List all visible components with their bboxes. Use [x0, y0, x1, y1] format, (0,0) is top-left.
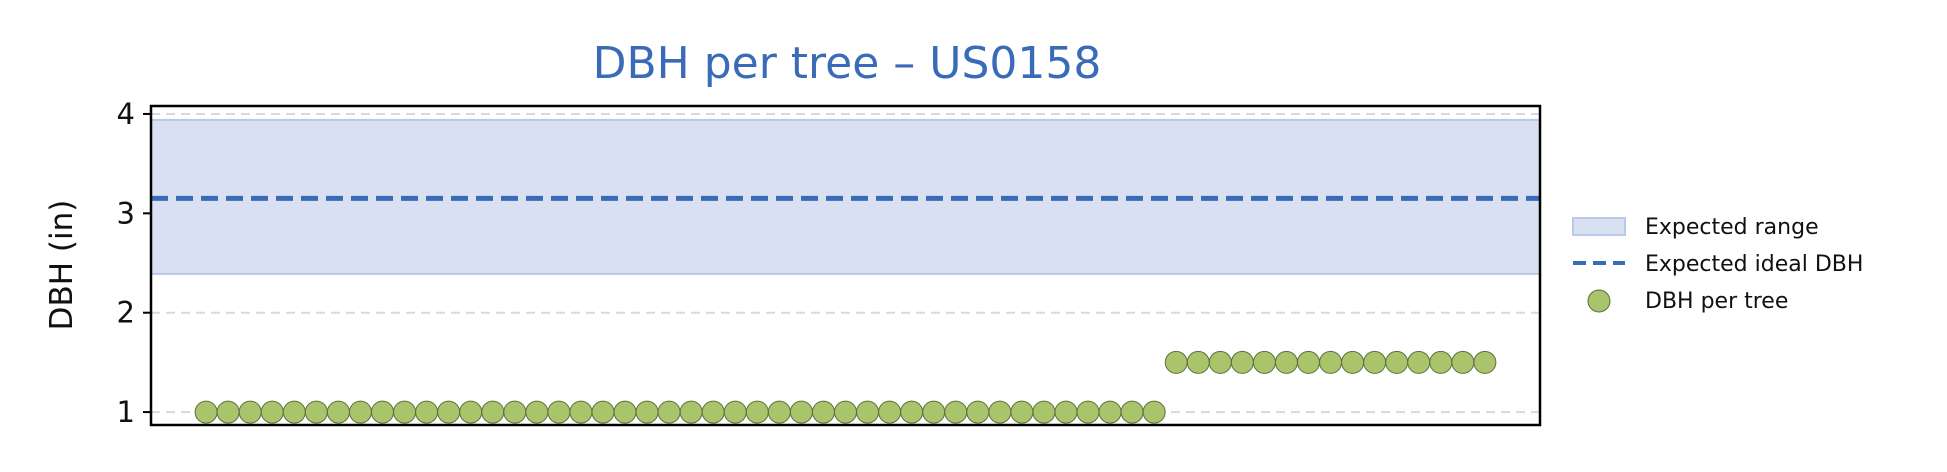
data-point — [1208, 350, 1232, 374]
data-point — [1451, 350, 1475, 374]
y-tick-label: 4 — [117, 97, 135, 131]
data-point — [216, 400, 240, 424]
data-point — [811, 400, 835, 424]
data-point — [371, 400, 394, 424]
data-point — [878, 400, 902, 424]
data-point — [1054, 400, 1078, 424]
data-point — [900, 400, 924, 424]
data-point — [613, 400, 637, 424]
data-point — [525, 400, 549, 424]
data-point — [1252, 350, 1276, 374]
data-point — [393, 400, 417, 424]
data-point — [1076, 400, 1100, 424]
legend: Expected range Expected ideal DBH DBH pe… — [1572, 215, 1863, 314]
data-point — [679, 400, 703, 424]
legend-label-ideal-line: Expected ideal DBH — [1645, 252, 1863, 277]
data-point — [1098, 400, 1122, 424]
data-point — [1274, 350, 1298, 374]
data-point — [282, 400, 306, 424]
data-point — [415, 400, 439, 424]
data-point — [1407, 350, 1431, 374]
data-point — [834, 400, 857, 424]
data-point — [1164, 350, 1188, 374]
data-point — [944, 400, 968, 424]
data-point — [547, 400, 571, 424]
y-tick-label: 1 — [117, 395, 135, 429]
data-point — [1186, 350, 1210, 374]
data-point — [657, 400, 681, 424]
data-point — [459, 400, 483, 424]
legend-swatch-points — [1587, 289, 1611, 313]
data-point — [569, 400, 593, 424]
data-point — [1473, 350, 1497, 374]
legend-label-points: DBH per tree — [1645, 289, 1788, 314]
data-point — [723, 400, 747, 424]
y-tick-label: 2 — [117, 296, 135, 330]
data-point — [326, 400, 350, 424]
y-tick-label: 3 — [117, 196, 135, 230]
data-point — [1010, 400, 1034, 424]
data-point — [304, 400, 328, 424]
data-point — [1363, 350, 1387, 374]
chart: DBH per tree – US0158 DBH (in) 1 2 3 4 Expe… — [44, 38, 1863, 429]
data-point — [1297, 350, 1320, 374]
data-point — [1429, 350, 1453, 374]
data-point — [1230, 350, 1254, 374]
y-axis-label: DBH (in) — [44, 200, 80, 331]
data-point — [767, 400, 791, 424]
data-point — [1032, 400, 1056, 424]
data-point — [348, 400, 372, 424]
legend-swatch-expected-range — [1572, 217, 1626, 236]
data-point — [503, 400, 527, 424]
data-point — [856, 400, 880, 424]
data-point — [1319, 350, 1343, 374]
data-point — [194, 400, 218, 424]
data-point — [591, 400, 615, 424]
chart-title: DBH per tree – US0158 — [593, 38, 1102, 89]
plot-area: 1 2 3 4 — [117, 97, 1542, 429]
data-point — [437, 400, 461, 424]
data-point — [260, 400, 284, 424]
data-point — [1385, 350, 1409, 374]
data-point — [635, 400, 659, 424]
data-point — [966, 400, 990, 424]
data-point — [1142, 400, 1166, 424]
data-point — [481, 400, 505, 424]
data-point — [789, 400, 813, 424]
data-point — [701, 400, 725, 424]
legend-label-expected-range: Expected range — [1645, 215, 1819, 240]
data-point — [988, 400, 1012, 424]
data-point — [1341, 350, 1365, 374]
data-point — [238, 400, 262, 424]
data-point — [745, 400, 769, 424]
data-point — [922, 400, 946, 424]
data-point — [1120, 400, 1144, 424]
